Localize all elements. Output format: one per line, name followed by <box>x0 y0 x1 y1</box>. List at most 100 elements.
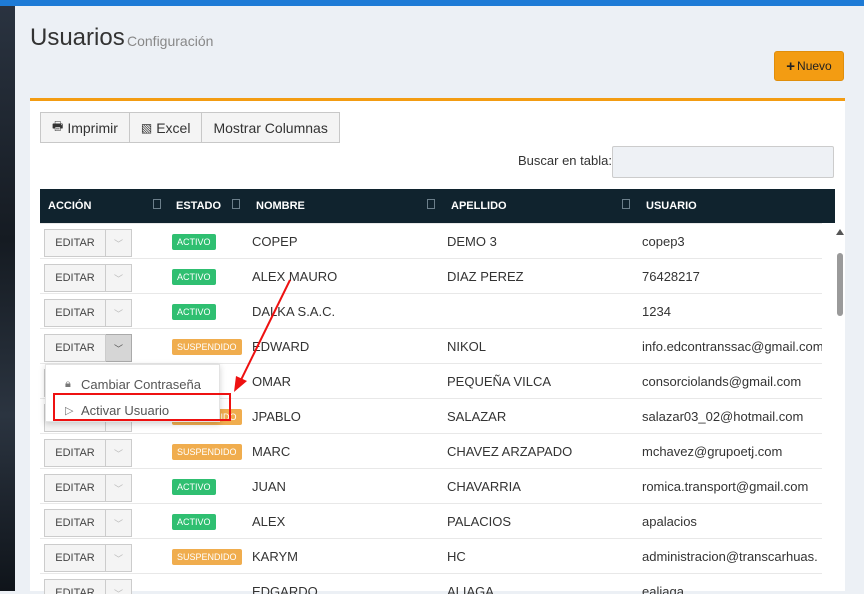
print-button[interactable]: 🖶 Imprimir <box>40 112 130 143</box>
chevron-down-icon: ﹀ <box>114 237 123 250</box>
edit-button[interactable]: EDITAR <box>44 439 106 467</box>
sort-icon[interactable] <box>622 199 630 209</box>
edit-button[interactable]: EDITAR <box>44 474 106 502</box>
column-header-usuario[interactable]: USUARIO <box>646 200 697 212</box>
column-header-apellido[interactable]: APELLIDO <box>451 200 507 212</box>
edit-button[interactable]: EDITAR <box>44 544 106 572</box>
table-toolbar: 🖶 Imprimir ▧ Excel Mostrar Columnas <box>40 112 339 143</box>
page-subtitle: Configuración <box>127 33 213 49</box>
dropdown-toggle-button[interactable]: ﹀ <box>106 474 132 502</box>
main-content: Usuarios Configuración + Nuevo 🖶 Imprimi… <box>15 6 864 591</box>
lock-icon: 🔒︎ <box>65 378 79 391</box>
scroll-up-arrow-icon[interactable] <box>836 229 844 235</box>
edit-button[interactable]: EDITAR <box>44 229 106 257</box>
edit-button[interactable]: EDITAR <box>44 579 106 594</box>
action-button-group: EDITAR ﹀ <box>44 509 132 537</box>
chevron-down-icon: ﹀ <box>114 447 123 460</box>
table-row: EDITAR﹀ACTIVODALKA S.A.C.1234 <box>40 293 822 329</box>
sort-icon[interactable] <box>153 199 161 209</box>
chevron-down-icon: ﹀ <box>114 552 123 565</box>
action-button-group: EDITAR ﹀ <box>44 264 132 292</box>
name-cell: ALEX MAURO <box>252 269 442 284</box>
dropdown-toggle-button[interactable]: ﹀ <box>106 229 132 257</box>
chevron-down-icon: ﹀ <box>114 587 123 594</box>
table-scrollbar[interactable] <box>835 223 845 594</box>
excel-file-icon: ▧ <box>141 121 152 135</box>
search-label: Buscar en tabla: <box>518 153 612 168</box>
name-cell: ALEX <box>252 514 442 529</box>
column-header-estado[interactable]: ESTADO <box>176 200 221 212</box>
column-header-nombre[interactable]: NOMBRE <box>256 200 305 212</box>
status-badge: ACTIVO <box>172 479 216 495</box>
search-input[interactable] <box>612 146 834 178</box>
edit-button[interactable]: EDITAR <box>44 334 106 362</box>
chevron-down-icon: ﹀ <box>114 482 123 495</box>
username-cell: consorciolands@gmail.com <box>642 374 822 389</box>
status-badge: ACTIVO <box>172 234 216 250</box>
scroll-thumb[interactable] <box>837 253 843 316</box>
username-cell: ealiaga <box>642 584 822 594</box>
table-row: EDITAR ﹀ ACTIVO ALEX PALACIOS apalacios <box>40 503 822 539</box>
status-badge: ACTIVO <box>172 304 216 320</box>
menu-item-label: Cambiar Contraseña <box>81 377 201 392</box>
print-label: Imprimir <box>67 120 118 136</box>
username-cell: 76428217 <box>642 269 822 284</box>
surname-cell: PALACIOS <box>447 514 637 529</box>
action-button-group: EDITAR ﹀ <box>44 334 132 362</box>
chevron-down-icon: ﹀ <box>114 272 123 285</box>
surname-cell: HC <box>447 549 637 564</box>
action-button-group: EDITAR ﹀ <box>44 579 132 594</box>
name-cell: KARYM <box>252 549 442 564</box>
surname-cell: DIAZ PEREZ <box>447 269 637 284</box>
dropdown-toggle-button[interactable]: ﹀ <box>106 334 132 362</box>
table-row: EDITAR﹀SUSPENDIDOEDWARDNIKOLinfo.edcontr… <box>40 328 822 364</box>
dropdown-toggle-button[interactable]: ﹀ <box>106 509 132 537</box>
edit-button[interactable]: EDITAR <box>44 299 106 327</box>
table-row: EDITAR﹀SUSPENDIDOKARYMHCadministracion@t… <box>40 538 822 574</box>
name-cell: OMAR <box>252 374 442 389</box>
chevron-down-icon: ﹀ <box>114 342 123 355</box>
excel-button[interactable]: ▧ Excel <box>129 112 203 143</box>
dropdown-toggle-button[interactable]: ﹀ <box>106 579 132 594</box>
action-button-group: EDITAR ﹀ <box>44 229 132 257</box>
username-cell: apalacios <box>642 514 822 529</box>
status-badge: SUSPENDIDO <box>172 549 242 565</box>
dropdown-toggle-button[interactable]: ﹀ <box>106 544 132 572</box>
surname-cell: NIKOL <box>447 339 637 354</box>
print-icon: 🖶 <box>52 117 63 138</box>
excel-label: Excel <box>156 120 190 136</box>
sort-icon[interactable] <box>232 199 240 209</box>
action-button-group: EDITAR ﹀ <box>44 474 132 502</box>
status-badge: ACTIVO <box>172 269 216 285</box>
table-header: ACCIÓN ESTADO NOMBRE APELLIDO USUARIO <box>40 189 835 223</box>
dropdown-toggle-button[interactable]: ﹀ <box>106 264 132 292</box>
table-row: EDITAR﹀SUSPENDIDOMARCCHAVEZ ARZAPADOmcha… <box>40 433 822 469</box>
surname-cell: PEQUEÑA VILCA <box>447 374 637 389</box>
page-title: Usuarios <box>30 24 125 52</box>
surname-cell: CHAVEZ ARZAPADO <box>447 444 637 459</box>
edit-button[interactable]: EDITAR <box>44 509 106 537</box>
columns-label: Mostrar Columnas <box>213 120 327 136</box>
name-cell: EDGARDO <box>252 584 442 594</box>
username-cell: salazar03_02@hotmail.com <box>642 409 822 424</box>
action-button-group: EDITAR ﹀ <box>44 439 132 467</box>
dropdown-toggle-button[interactable]: ﹀ <box>106 299 132 327</box>
surname-cell: ALIAGA <box>447 584 637 594</box>
username-cell: mchavez@grupoetj.com <box>642 444 822 459</box>
highlight-box <box>53 393 231 421</box>
column-header-accion[interactable]: ACCIÓN <box>48 200 91 212</box>
surname-cell: DEMO 3 <box>447 234 637 249</box>
dropdown-toggle-button[interactable]: ﹀ <box>106 439 132 467</box>
name-cell: DALKA S.A.C. <box>252 304 442 319</box>
status-badge: ACTIVO <box>172 514 216 530</box>
sort-icon[interactable] <box>427 199 435 209</box>
name-cell: JUAN <box>252 479 442 494</box>
surname-cell: CHAVARRIA <box>447 479 637 494</box>
chevron-down-icon: ﹀ <box>114 307 123 320</box>
new-button[interactable]: + Nuevo <box>774 51 844 81</box>
plus-icon: + <box>786 58 795 75</box>
name-cell: EDWARD <box>252 339 442 354</box>
chevron-down-icon: ﹀ <box>114 517 123 530</box>
edit-button[interactable]: EDITAR <box>44 264 106 292</box>
columns-button[interactable]: Mostrar Columnas <box>201 112 339 143</box>
